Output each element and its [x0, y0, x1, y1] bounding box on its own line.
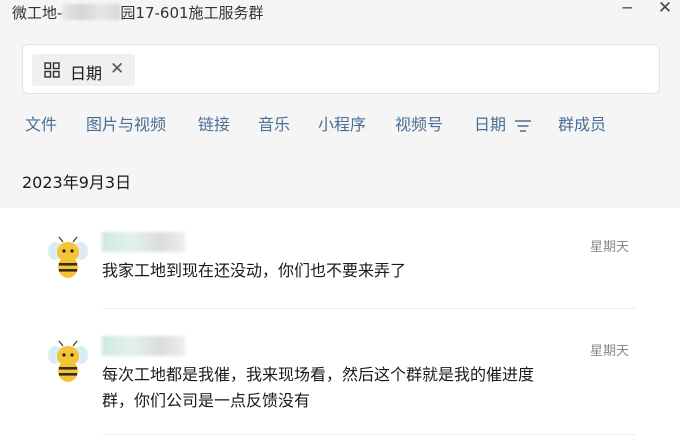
tab-files[interactable]: 文件: [25, 113, 57, 137]
message-date: 星期天: [590, 344, 630, 359]
redacted-sender-name: [102, 336, 185, 356]
tab-mini-programs[interactable]: 小程序: [318, 113, 366, 137]
message-text: 每次工地都是我催，我来现场看，然后这个群就是我的催进度群，你们公司是一点反馈没有: [102, 365, 535, 410]
divider: [102, 308, 636, 309]
bee-avatar-icon: [48, 236, 88, 278]
title-bar: 微工地- 园17-601施工服务群 ─ ✕: [0, 0, 680, 26]
filter-icon[interactable]: [514, 119, 532, 133]
category-tabs: 文件 图片与视频 链接 音乐 小程序 视频号 日期 群成员: [0, 113, 680, 139]
bee-avatar-icon: [48, 340, 88, 382]
message-text: 我家工地到现在还没动，你们也不要来弄了: [102, 261, 407, 280]
tab-photos-videos[interactable]: 图片与视频: [86, 113, 166, 137]
window-title-prefix: 微工地-: [12, 4, 63, 22]
filter-chip-label: 日期: [70, 64, 103, 83]
filter-chip-date[interactable]: 日期 ✕: [32, 54, 135, 86]
divider: [102, 434, 636, 435]
date-group-header: 2023年9月3日: [22, 173, 132, 192]
grid-icon: [44, 62, 60, 78]
tab-links[interactable]: 链接: [198, 113, 230, 137]
tab-members[interactable]: 群成员: [558, 113, 606, 137]
message-date: 星期天: [590, 240, 630, 255]
window-title: 微工地- 园17-601施工服务群: [12, 2, 264, 23]
message-item[interactable]: 星期天 每次工地都是我催，我来现场看，然后这个群就是我的催进度群，你们公司是一点…: [0, 312, 680, 440]
remove-filter-icon[interactable]: ✕: [110, 59, 124, 79]
tab-music[interactable]: 音乐: [258, 113, 290, 137]
search-box[interactable]: 日期 ✕: [22, 44, 660, 94]
close-button[interactable]: ✕: [652, 0, 678, 20]
window-title-suffix: 园17-601施工服务群: [120, 4, 264, 22]
tab-date[interactable]: 日期: [474, 113, 506, 137]
redacted-title-segment: [62, 4, 121, 20]
message-item[interactable]: 星期天 我家工地到现在还没动，你们也不要来弄了: [0, 208, 680, 312]
minimize-button[interactable]: ─: [614, 0, 640, 20]
message-list: 星期天 我家工地到现在还没动，你们也不要来弄了 星期天 每次工地都是我催，我来现…: [0, 208, 680, 440]
tab-channels[interactable]: 视频号: [395, 113, 443, 137]
redacted-sender-name: [102, 232, 185, 252]
